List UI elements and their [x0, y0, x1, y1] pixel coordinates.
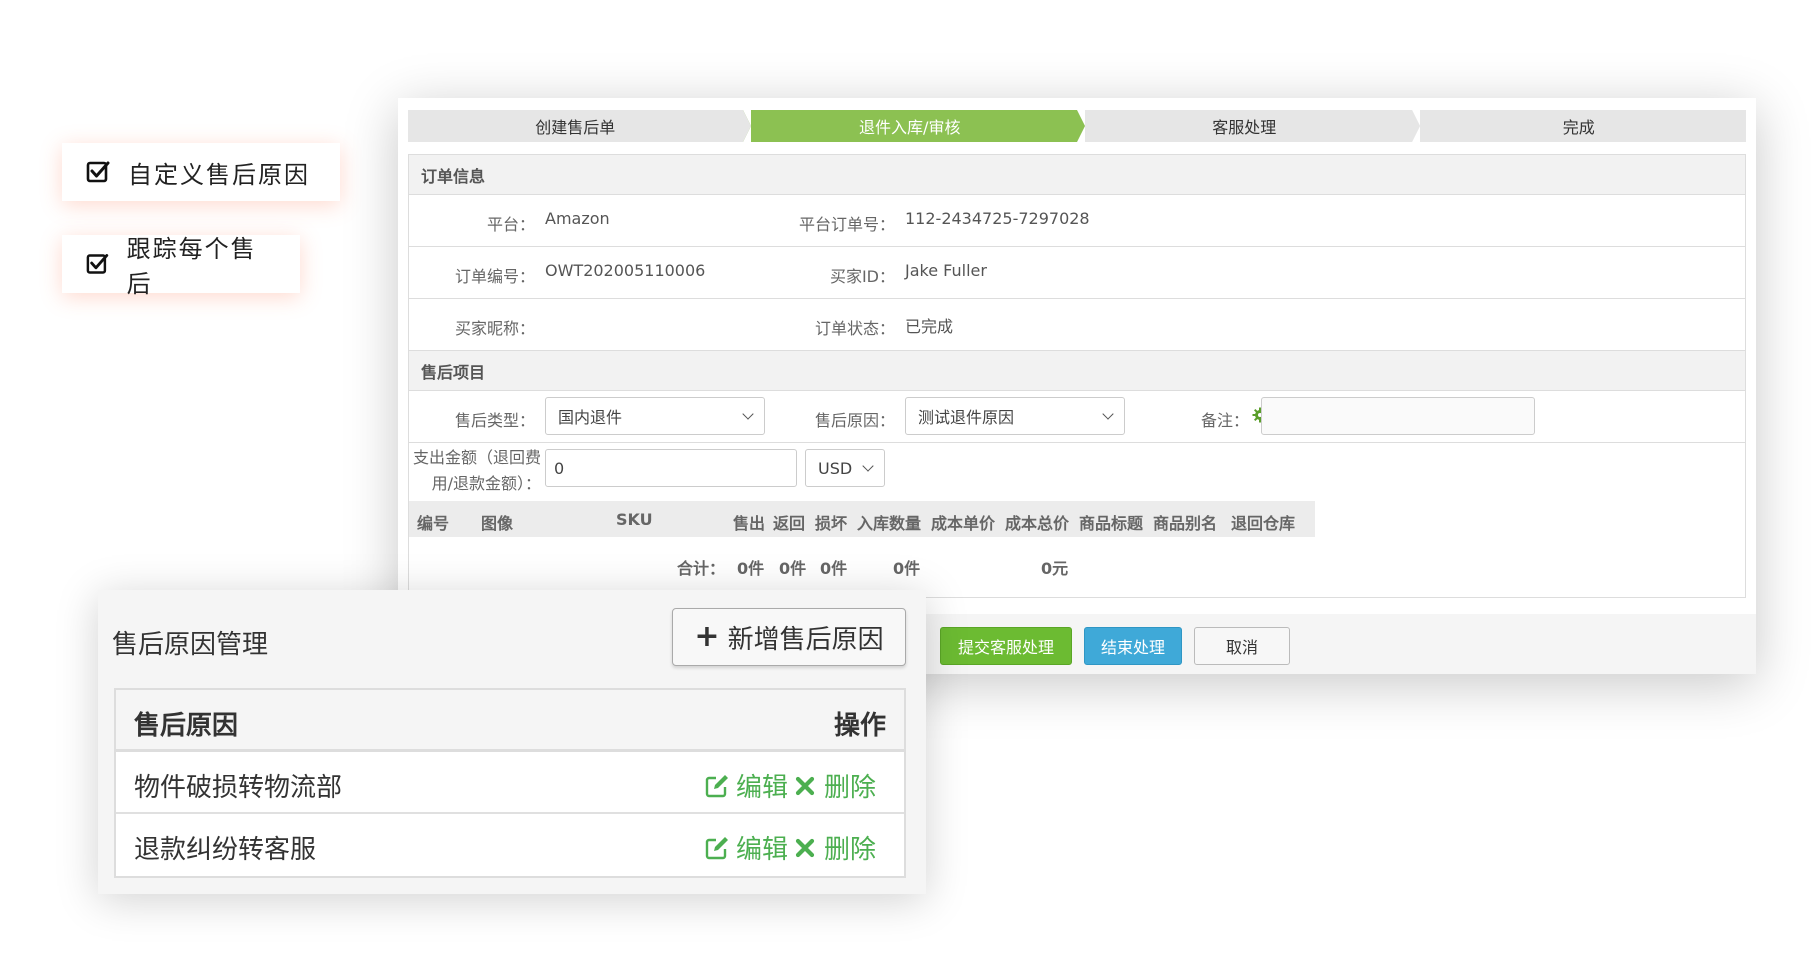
reason-manager-title: 售后原因管理 — [112, 630, 269, 660]
col-unit-cost: 成本单价 — [931, 514, 996, 533]
step-customer-service[interactable]: 客服处理 — [1077, 110, 1419, 142]
section-header-order: 订单信息 — [409, 155, 1745, 195]
items-table-header: 编号 图像 SKU 售出 返回 损坏 入库数量 成本单价 成本总价 商品标题 商… — [409, 501, 1315, 537]
col-action: 操作 — [833, 711, 886, 741]
buyer-id-label: 买家ID： — [829, 267, 895, 286]
table-row: 物件破损转物流部 编辑 删除 — [116, 752, 904, 814]
total-sold: 0件 — [737, 559, 765, 578]
col-product-alias: 商品别名 — [1153, 514, 1218, 533]
order-no-label: 订单编号： — [454, 267, 535, 286]
close-icon — [795, 776, 815, 795]
aftersale-window: 创建售后单 退件入库/审核 客服处理 完成 订单信息 平台： Amazon 平台… — [398, 98, 1756, 674]
col-number: 编号 — [417, 514, 450, 533]
cancel-button[interactable]: 取消 — [1194, 627, 1290, 665]
total-inbound: 0件 — [893, 559, 921, 578]
aftersale-reason-label: 售后原因： — [814, 411, 895, 430]
chevron-down-icon — [1102, 407, 1114, 420]
col-sku: SKU — [616, 510, 653, 529]
platform-value: Amazon — [545, 209, 610, 228]
col-sold: 售出 — [733, 514, 766, 533]
feature-badge-custom-reason: 自定义售后原因 — [62, 143, 340, 201]
aftersale-form: 订单信息 平台： Amazon 平台订单号： 112-2434725-72970… — [408, 154, 1746, 598]
form-row: 售后类型： 国内退件 售后原因： 测试退件原因 备注： — [409, 391, 1745, 443]
table-row: 退款纠纷转客服 编辑 删除 — [116, 814, 904, 876]
platform-label: 平台： — [486, 215, 535, 234]
amount-label: 支出金额（退回费 用/退款金额）： — [412, 448, 541, 493]
aftersale-reason-select[interactable]: 测试退件原因 — [905, 397, 1125, 435]
form-row: 买家昵称： 订单状态： 已完成 — [409, 299, 1745, 351]
close-icon — [795, 838, 815, 857]
progress-steps: 创建售后单 退件入库/审核 客服处理 完成 — [408, 110, 1746, 142]
col-returned: 返回 — [773, 514, 806, 533]
order-status-label: 订单状态： — [814, 319, 895, 338]
reason-manager-card: 售后原因管理 + 新增售后原因 售后原因 操作 物件破损转物流部 编辑 删除 退… — [98, 590, 926, 894]
platform-order-value: 112-2434725-7297028 — [905, 209, 1090, 228]
form-row: 订单编号： OWT202005110006 买家ID： Jake Fuller — [409, 247, 1745, 299]
col-reason: 售后原因 — [134, 711, 239, 741]
col-damaged: 损坏 — [815, 514, 848, 533]
col-image: 图像 — [481, 514, 514, 533]
checkbox-checked-icon — [86, 254, 109, 274]
plus-icon: + — [694, 619, 720, 654]
step-complete[interactable]: 完成 — [1411, 110, 1746, 142]
checkbox-checked-icon — [86, 161, 110, 183]
step-create[interactable]: 创建售后单 — [408, 110, 750, 142]
delete-button[interactable]: 删除 — [792, 767, 876, 804]
edit-icon — [705, 774, 728, 797]
canvas: 自定义售后原因 跟踪每个售后 创建售后单 退件入库/审核 客服处理 完成 订单信… — [0, 0, 1820, 980]
buyer-nick-label: 买家昵称： — [454, 319, 535, 338]
feature-badge-label: 跟踪每个售后 — [126, 235, 257, 298]
platform-order-label: 平台订单号： — [798, 215, 895, 234]
edit-button[interactable]: 编辑 — [704, 767, 788, 804]
step-inbound-review[interactable]: 退件入库/审核 — [742, 110, 1085, 142]
reason-name: 退款纠纷转客服 — [134, 835, 317, 865]
reason-table-header: 售后原因 操作 — [116, 690, 904, 752]
reason-table: 售后原因 操作 物件破损转物流部 编辑 删除 退款纠纷转客服 编辑 删除 — [114, 688, 906, 878]
buyer-id-value: Jake Fuller — [905, 261, 987, 280]
total-damaged: 0件 — [820, 559, 848, 578]
submit-customer-service-button[interactable]: 提交客服处理 — [940, 627, 1072, 665]
edit-icon — [705, 836, 728, 859]
delete-button[interactable]: 删除 — [792, 829, 876, 866]
aftersale-type-label: 售后类型： — [454, 411, 535, 430]
col-return-warehouse: 退回仓库 — [1231, 514, 1296, 533]
col-inbound-qty: 入库数量 — [857, 514, 922, 533]
reason-name: 物件破损转物流部 — [134, 773, 343, 803]
currency-select[interactable]: USD — [805, 449, 885, 487]
feature-badge-track: 跟踪每个售后 — [62, 235, 300, 298]
total-label: 合计： — [677, 559, 726, 578]
chevron-down-icon — [862, 459, 874, 472]
feature-badge-label: 自定义售后原因 — [128, 160, 310, 189]
section-header-aftersale: 售后项目 — [409, 351, 1745, 391]
total-cost: 0元 — [1041, 559, 1069, 578]
aftersale-type-select[interactable]: 国内退件 — [545, 397, 765, 435]
note-label: 备注： — [1200, 411, 1249, 430]
form-row: 平台： Amazon 平台订单号： 112-2434725-7297028 — [409, 195, 1745, 247]
edit-button[interactable]: 编辑 — [704, 829, 788, 866]
note-input[interactable] — [1261, 397, 1535, 435]
col-product-title: 商品标题 — [1079, 514, 1144, 533]
add-reason-button[interactable]: + 新增售后原因 — [672, 608, 906, 666]
form-row: 支出金额（退回费 用/退款金额）： 0 USD — [409, 443, 1745, 495]
finish-button[interactable]: 结束处理 — [1084, 627, 1182, 665]
order-no-value: OWT202005110006 — [545, 261, 706, 280]
col-total-cost: 成本总价 — [1005, 514, 1070, 533]
amount-input[interactable]: 0 — [545, 449, 797, 487]
order-status-value: 已完成 — [905, 317, 954, 336]
total-returned: 0件 — [779, 559, 807, 578]
